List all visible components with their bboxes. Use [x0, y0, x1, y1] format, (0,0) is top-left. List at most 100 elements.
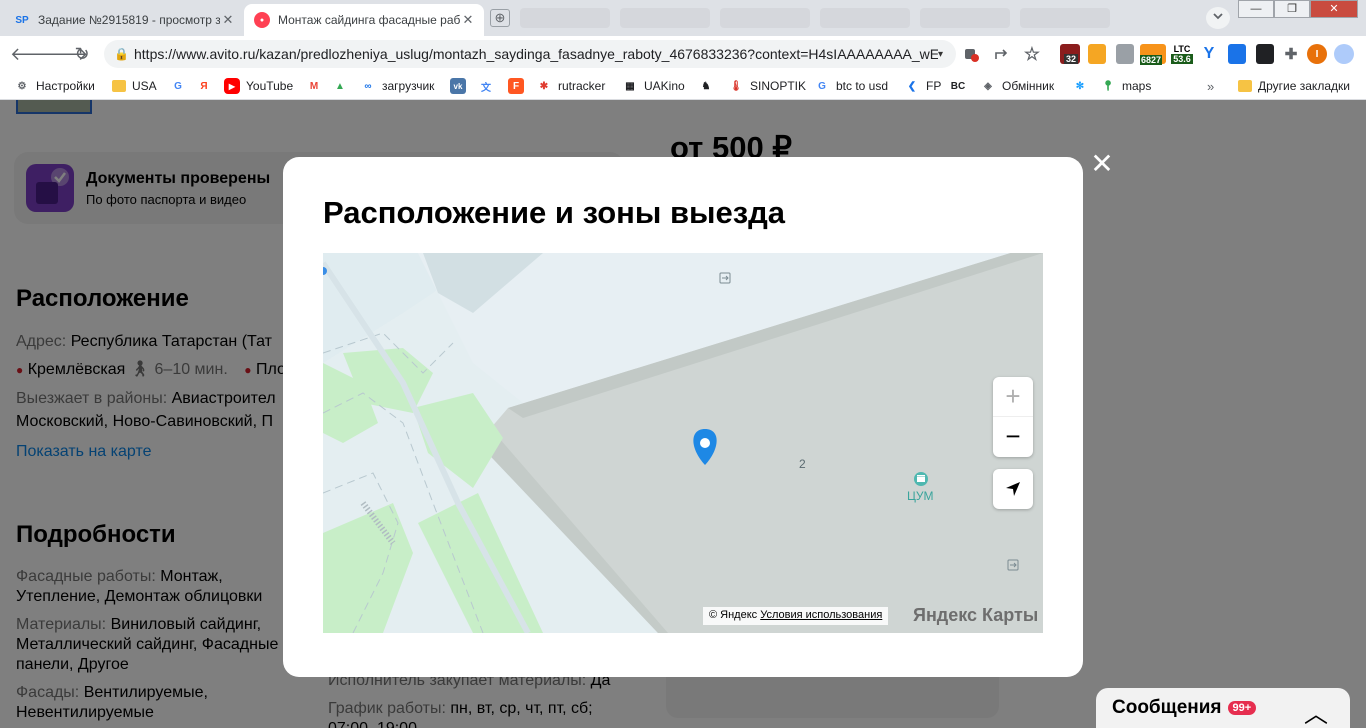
bookmark-item[interactable]: ❮ FP [904, 77, 942, 95]
ghost-tab[interactable] [920, 8, 1010, 28]
tab-avito[interactable]: ● Монтаж сайдинга фасадные рабо ✕ [244, 4, 484, 36]
bookmark-item[interactable]: G [170, 77, 192, 95]
lock-icon[interactable]: 🔒 [114, 47, 134, 61]
snowflake-icon: ✻ [1075, 80, 1085, 92]
forward-button[interactable]: 🡒 [40, 42, 88, 66]
bookmark-item[interactable]: Я [196, 77, 218, 95]
bookmark-item[interactable]: ▦ UAKino [622, 77, 685, 95]
ext-print-icon[interactable] [1116, 44, 1134, 64]
navigation-arrow-icon [1006, 482, 1020, 496]
close-tab-icon[interactable]: ✕ [220, 12, 236, 28]
tab-title: Монтаж сайдинга фасадные рабо [278, 13, 460, 27]
ghost-tab[interactable] [520, 8, 610, 28]
messages-label: Сообщения [1112, 697, 1222, 718]
bookmark-label: Обмінник [1002, 79, 1055, 93]
google-icon: G [174, 80, 182, 92]
bookmark-item[interactable]: ◈ Обмінник [980, 77, 1054, 95]
bookmark-item[interactable]: 📍︎ maps [1100, 77, 1152, 95]
ghost-tab[interactable] [820, 8, 910, 28]
ext-fox-icon[interactable] [1088, 44, 1106, 64]
extensions-puzzle-icon[interactable]: ✚ [1282, 44, 1300, 64]
bookmark-label: FP [926, 79, 942, 93]
bookmark-item[interactable]: 文 [478, 77, 500, 95]
bookmark-item[interactable]: ♞ [698, 77, 720, 95]
zoom-out-button[interactable]: − [993, 417, 1033, 457]
other-bookmarks-label: Другие закладки [1258, 79, 1350, 93]
ghost-tab[interactable] [1020, 8, 1110, 28]
modal-close-button[interactable]: ✕ [1090, 150, 1114, 178]
close-window-button[interactable]: ✕ [1310, 0, 1358, 18]
yandex-map[interactable]: 2 ЦУМ + − © Яндекс Условия использования… [323, 253, 1043, 633]
bookmarks-more-button[interactable]: » [1207, 77, 1214, 95]
bookmarks-bar: » Другие закладки ⚙ Настройки USA G Я ▶ YouTub… [0, 72, 1366, 100]
tab-strip: SP Задание №2915819 - просмотр за ✕ ● Мо… [0, 0, 1366, 36]
minimize-button[interactable]: — [1238, 0, 1274, 18]
bookmark-item[interactable]: vk [450, 77, 472, 95]
reload-button[interactable]: ↻ [70, 42, 94, 66]
back-button[interactable]: 🡐 [10, 42, 58, 66]
ghost-tab[interactable] [720, 8, 810, 28]
map-canvas[interactable] [323, 253, 1043, 633]
geolocate-button[interactable] [993, 469, 1033, 509]
building-number-label: 2 [799, 457, 806, 471]
bookmark-item[interactable]: ▶ YouTube [224, 77, 293, 95]
avito-favicon-icon: ● [254, 12, 270, 28]
tab-search-button[interactable] [1206, 7, 1230, 29]
ext-y-icon[interactable]: Y [1200, 44, 1218, 64]
gear-icon: ⚙ [17, 80, 27, 92]
poi-label[interactable]: ЦУМ [907, 489, 934, 503]
fp-icon: ❮ [907, 80, 917, 92]
url-text[interactable]: https://www.avito.ru/kazan/predlozheniya… [134, 46, 938, 62]
maximize-button[interactable]: ❐ [1274, 0, 1310, 18]
ext-ltc-icon[interactable]: LTC 53.6 [1170, 44, 1194, 64]
blocked-popup-icon[interactable] [962, 44, 980, 64]
close-tab-icon[interactable]: ✕ [460, 12, 476, 28]
bookmark-item[interactable]: USA [112, 77, 157, 95]
address-bar[interactable]: 🔒 https://www.avito.ru/kazan/predlozheni… [104, 40, 956, 68]
bookmark-item[interactable]: ∞ загрузчик [360, 77, 434, 95]
museum-poi-icon [914, 472, 928, 486]
profile-avatar-icon[interactable]: I [1307, 44, 1327, 64]
exchange-icon: ◈ [984, 80, 992, 92]
map-copyright: © Яндекс Условия использования [703, 607, 889, 625]
ext-globe-icon[interactable] [1334, 44, 1354, 64]
bookmark-label: SINOPTIK [750, 79, 807, 93]
gmail-icon: M [309, 80, 319, 92]
bookmark-item[interactable]: ✱ rutracker [536, 77, 606, 95]
zoom-in-button[interactable]: + [993, 377, 1033, 417]
toolbar: 🡐 🡒 ↻ 🔒 https://www.avito.ru/kazan/predl… [0, 36, 1366, 72]
messages-badge: 99+ [1227, 701, 1257, 715]
ext-shield-icon[interactable]: 32 [1060, 44, 1080, 64]
new-tab-button[interactable]: ⊕ [490, 9, 510, 27]
bookmark-item[interactable]: BC [950, 77, 972, 95]
bookmark-item[interactable]: 🌡︎ SINOPTIK [728, 77, 806, 95]
terms-link[interactable]: Условия использования [760, 609, 882, 621]
sp-favicon-icon: SP [15, 14, 29, 26]
ext-download-icon[interactable] [1228, 44, 1246, 64]
other-bookmarks-folder[interactable]: Другие закладки [1238, 77, 1350, 95]
bookmark-item[interactable]: ▲ [332, 77, 354, 95]
url-dropdown-icon[interactable]: ▾ [938, 49, 956, 60]
yandex-maps-logo[interactable]: Яндекс Карты [913, 605, 1038, 626]
expand-chevron-icon[interactable]: ︿ [1304, 694, 1328, 728]
bookmark-label: maps [1122, 79, 1152, 93]
bookmark-item[interactable]: Gbtc to usd [814, 77, 888, 95]
ext-btc-icon[interactable]: 6827 [1140, 44, 1166, 65]
bookmark-item[interactable]: ✻ [1072, 77, 1094, 95]
tab-zadanie[interactable]: SP Задание №2915819 - просмотр за ✕ [4, 4, 244, 36]
bookmark-item[interactable]: ⚙ Настройки [14, 77, 95, 95]
bookmark-label: rutracker [558, 79, 606, 93]
share-icon[interactable] [992, 44, 1010, 64]
bookmark-star-icon[interactable]: ☆ [1022, 44, 1042, 64]
chevron-down-icon [1213, 13, 1223, 20]
bookmark-item[interactable]: M [306, 77, 328, 95]
folder-icon [1238, 80, 1252, 92]
messages-bar[interactable]: Сообщения 99+ ︿ [1096, 688, 1350, 728]
thermometer-icon: 🌡︎ [729, 80, 743, 92]
bookmark-item[interactable]: F [508, 77, 530, 95]
youtube-icon: ▶ [224, 78, 240, 94]
google-icon: G [818, 80, 826, 92]
ext-terminal-icon[interactable] [1256, 44, 1274, 64]
ghost-tab[interactable] [620, 8, 710, 28]
bookmark-label: UAKino [644, 79, 685, 93]
